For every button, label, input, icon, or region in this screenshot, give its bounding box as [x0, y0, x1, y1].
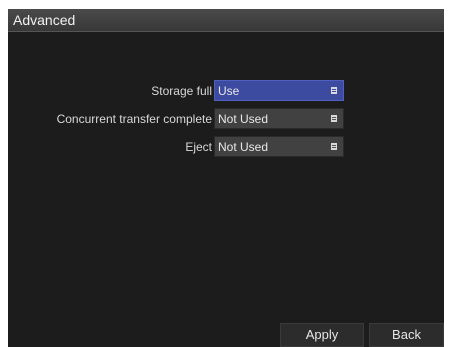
advanced-dialog: Advanced Storage full Use Concurrent tra…: [8, 9, 444, 347]
dropdown-list-icon: [331, 115, 337, 122]
storage-full-label: Storage full: [151, 84, 212, 98]
select-value: Not Used: [218, 112, 269, 126]
concurrent-transfer-complete-select[interactable]: Not Used: [214, 108, 344, 129]
storage-full-select[interactable]: Use: [214, 80, 344, 101]
title-bar: Advanced: [8, 9, 444, 32]
dropdown-list-icon: [331, 143, 337, 150]
dropdown-list-icon: [331, 87, 337, 94]
eject-label: Eject: [185, 140, 212, 154]
select-value: Not Used: [218, 140, 269, 154]
dialog-title: Advanced: [13, 12, 76, 28]
apply-button[interactable]: Apply: [280, 323, 364, 347]
eject-select[interactable]: Not Used: [214, 136, 344, 157]
back-button[interactable]: Back: [369, 323, 444, 347]
concurrent-transfer-complete-label: Concurrent transfer complete: [56, 112, 212, 126]
select-value: Use: [218, 84, 240, 98]
